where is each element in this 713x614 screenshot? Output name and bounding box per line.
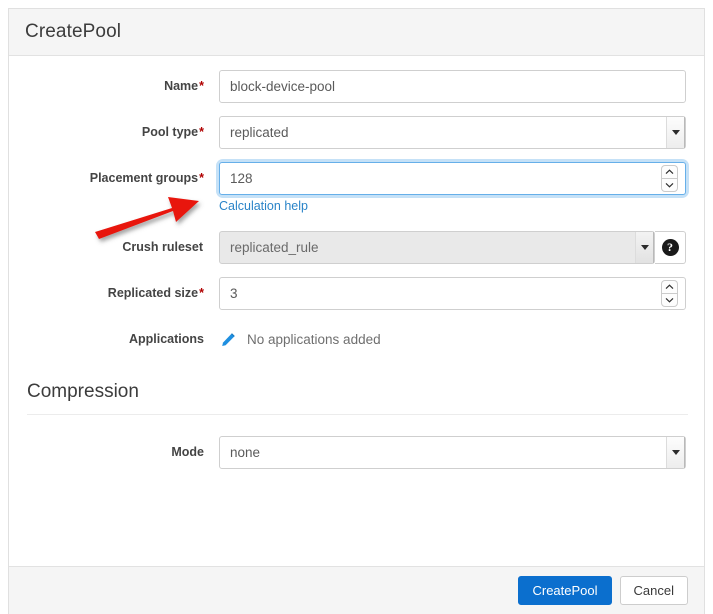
label-applications: Applications xyxy=(25,323,219,347)
crush-ruleset-select[interactable]: replicated_rule xyxy=(219,231,656,264)
label-crush-ruleset-text: Crush ruleset xyxy=(122,240,203,254)
required-marker: * xyxy=(199,79,204,93)
field-placement-groups: Calculation help xyxy=(219,162,686,213)
label-placement-groups: Placement groups* xyxy=(25,162,219,186)
crush-ruleset-group: replicated_rule ? xyxy=(219,231,686,264)
label-name-text: Name xyxy=(164,79,199,93)
compression-mode-select-value: none xyxy=(219,436,686,469)
required-marker xyxy=(203,240,204,254)
field-crush-ruleset: replicated_rule ? xyxy=(219,231,686,264)
placement-groups-stepper[interactable] xyxy=(661,165,678,192)
label-name: Name* xyxy=(25,70,219,94)
label-placement-groups-text: Placement groups xyxy=(89,171,199,185)
dialog-header: CreatePool xyxy=(9,9,704,56)
compression-section-title: Compression xyxy=(27,381,688,415)
compression-mode-select[interactable]: none xyxy=(219,436,686,469)
label-replicated-size-text: Replicated size xyxy=(107,286,199,300)
pool-type-select[interactable]: replicated xyxy=(219,116,686,149)
name-input[interactable] xyxy=(219,70,686,103)
form-row-placement-groups: Placement groups* 128 Calculation help xyxy=(25,162,688,213)
form-row-pool-type: Pool type* replicated xyxy=(25,116,688,150)
crush-ruleset-select-value: replicated_rule xyxy=(219,231,656,264)
placement-groups-focus-ring xyxy=(219,162,686,195)
form-row-replicated-size: Replicated size* xyxy=(25,277,688,311)
label-applications-text: Applications xyxy=(128,332,204,346)
chevron-down-icon[interactable] xyxy=(635,232,655,263)
dialog-body: Name* Pool type* replicated xyxy=(9,56,704,566)
pencil-icon[interactable] xyxy=(220,332,236,348)
applications-empty-state: No applications added xyxy=(219,323,686,356)
replicated-size-stepper[interactable] xyxy=(661,280,678,307)
form-row-applications: Applications No applications added xyxy=(25,323,688,357)
stepper-up-icon[interactable] xyxy=(661,280,678,293)
required-marker: * xyxy=(199,125,204,139)
field-applications: No applications added xyxy=(219,323,686,356)
stepper-up-icon[interactable] xyxy=(661,165,678,178)
field-name xyxy=(219,70,686,103)
chevron-down-icon[interactable] xyxy=(666,117,685,148)
stepper-down-icon[interactable] xyxy=(661,293,678,307)
stepper-down-icon[interactable] xyxy=(661,178,678,192)
dialog-footer: CreatePool Cancel xyxy=(9,566,704,614)
dialog-title: CreatePool xyxy=(25,21,122,42)
placement-groups-input[interactable] xyxy=(219,162,686,195)
create-pool-dialog: CreatePool Name* Pool type* re xyxy=(8,8,705,614)
label-compression-mode: Mode xyxy=(171,445,204,459)
compression-section-body: Mode none xyxy=(25,415,688,470)
field-replicated-size xyxy=(219,277,686,310)
field-pool-type: replicated xyxy=(219,116,686,149)
label-replicated-size: Replicated size* xyxy=(25,277,219,301)
field-compression-mode: none xyxy=(219,436,686,469)
create-pool-submit-button[interactable]: CreatePool xyxy=(518,576,612,605)
pool-type-select-value: replicated xyxy=(219,116,686,149)
form-row-crush-ruleset: Crush ruleset replicated_rule ? xyxy=(25,231,688,265)
chevron-down-icon[interactable] xyxy=(666,437,685,468)
required-marker: * xyxy=(199,286,204,300)
replicated-size-input[interactable] xyxy=(219,277,686,310)
form-row-name: Name* xyxy=(25,70,688,104)
label-crush-ruleset: Crush ruleset xyxy=(25,231,219,255)
label-pool-type: Pool type* xyxy=(25,116,219,140)
calculation-help-link[interactable]: Calculation help xyxy=(219,199,308,213)
page-root: CreatePool Name* Pool type* re xyxy=(0,0,713,614)
label-pool-type-text: Pool type xyxy=(141,125,199,139)
question-mark-icon: ? xyxy=(661,239,679,256)
cancel-button[interactable]: Cancel xyxy=(619,576,688,605)
required-marker: * xyxy=(199,171,204,185)
crush-ruleset-help-button[interactable]: ? xyxy=(655,231,686,264)
applications-empty-text: No applications added xyxy=(247,332,381,347)
form-row-compression-mode: Mode none xyxy=(25,436,688,470)
